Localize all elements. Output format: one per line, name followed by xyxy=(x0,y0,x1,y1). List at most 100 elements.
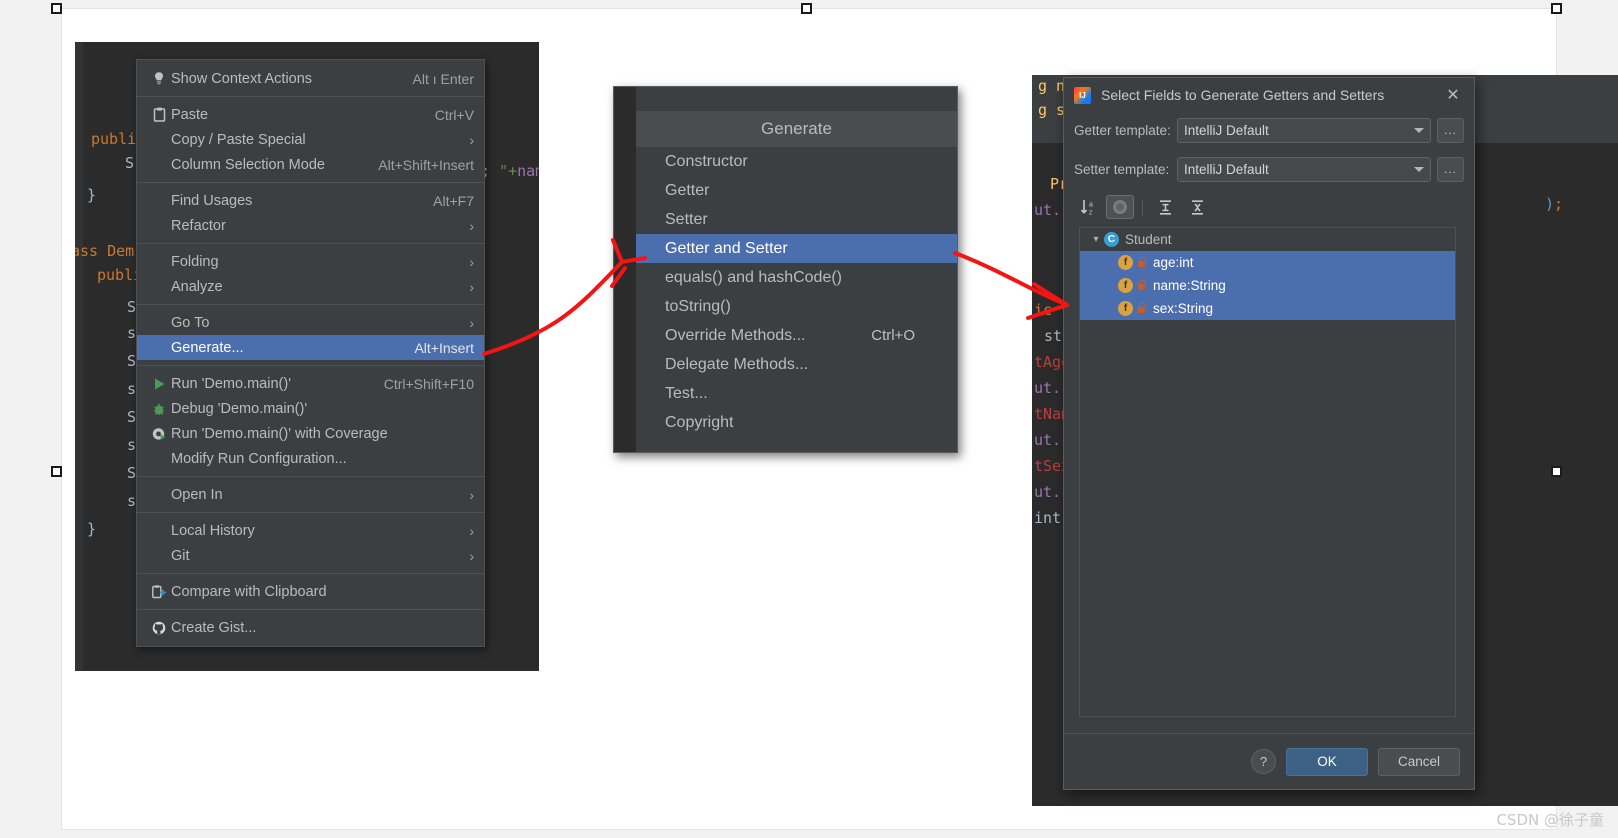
context-menu-item-show-context-actions[interactable]: Show Context Actions Alt ı Enter xyxy=(137,66,484,91)
generate-item-getter-and-setter[interactable]: Getter and Setter xyxy=(636,234,957,263)
context-menu-item-label: Run 'Demo.main()' with Coverage xyxy=(171,425,388,442)
context-menu-item-paste[interactable]: Paste Ctrl+V xyxy=(137,102,484,127)
lock-icon xyxy=(1137,280,1146,291)
context-menu-item-run-demo-main[interactable]: Run 'Demo.main()' Ctrl+Shift+F10 xyxy=(137,371,484,396)
generate-item-override-methods[interactable]: Override Methods... Ctrl+O xyxy=(636,321,957,350)
tree-row-field-age[interactable]: f age:int xyxy=(1080,251,1455,274)
generate-popup-list[interactable]: Constructor Getter Setter Getter and Setter… xyxy=(636,147,957,437)
context-menu-item-modify-run-configuration[interactable]: Modify Run Configuration... xyxy=(137,446,484,471)
generate-item-test[interactable]: Test... xyxy=(636,379,957,408)
code-line: S xyxy=(127,352,137,370)
menu-separator xyxy=(137,304,484,305)
chevron-down-icon xyxy=(1414,166,1424,172)
context-menu-item-folding[interactable]: Folding › xyxy=(137,249,484,274)
generate-item-copyright[interactable]: Copyright xyxy=(636,408,957,437)
context-menu-item-copy-paste-special[interactable]: Copy / Paste Special › xyxy=(137,127,484,152)
code-line: s xyxy=(127,380,137,398)
context-menu-item-find-usages[interactable]: Find Usages Alt+F7 xyxy=(137,188,484,213)
collapse-all-icon[interactable] xyxy=(1183,195,1211,219)
tree-row-class-student[interactable]: ▾ C Student xyxy=(1080,228,1455,251)
context-menu-item-go-to[interactable]: Go To › xyxy=(137,310,484,335)
code-line: S xyxy=(127,464,137,482)
fields-toolbar[interactable]: a z xyxy=(1064,192,1474,222)
generate-item-delegate-methods[interactable]: Delegate Methods... xyxy=(636,350,957,379)
setter-template-label: Setter template: xyxy=(1074,161,1170,177)
code-line: ut. xyxy=(1034,379,1062,397)
context-menu-item-refactor[interactable]: Refactor › xyxy=(137,213,484,238)
chevron-right-icon: › xyxy=(469,253,474,270)
context-menu-item-open-in[interactable]: Open In › xyxy=(137,482,484,507)
lock-icon xyxy=(1137,257,1146,268)
setter-template-browse-button[interactable]: ... xyxy=(1437,156,1464,182)
expand-all-icon[interactable] xyxy=(1151,195,1179,219)
context-menu-item-debug-demo-main[interactable]: Debug 'Demo.main()' xyxy=(137,396,484,421)
tree-row-label: Student xyxy=(1125,232,1172,247)
ok-button[interactable]: OK xyxy=(1286,747,1368,776)
context-menu-item-git[interactable]: Git › xyxy=(137,543,484,568)
menu-separator xyxy=(137,573,484,574)
context-menu-item-generate[interactable]: Generate... Alt+Insert xyxy=(137,335,484,360)
selection-handle-middle-right[interactable] xyxy=(1551,466,1562,477)
editor-context-menu[interactable]: Show Context Actions Alt ı Enter Paste Ctrl… xyxy=(136,59,485,647)
context-menu-item-compare-with-clipboard[interactable]: Compare with Clipboard xyxy=(137,579,484,604)
tree-row-label: name:String xyxy=(1153,278,1226,293)
context-menu-item-label: Go To xyxy=(171,314,210,331)
code-line: } xyxy=(87,186,97,204)
generate-item-constructor[interactable]: Constructor xyxy=(636,147,957,176)
chevron-right-icon: › xyxy=(469,278,474,295)
menu-separator xyxy=(137,243,484,244)
generate-item-equals-and-hashcode[interactable]: equals() and hashCode() xyxy=(636,263,957,292)
context-menu-item-column-selection-mode[interactable]: Column Selection Mode Alt+Shift+Insert xyxy=(137,152,484,177)
selection-handle-top-center[interactable] xyxy=(801,3,812,14)
generate-item-label: Delegate Methods... xyxy=(665,355,809,373)
generate-popup[interactable]: Generate Constructor Getter Setter Getter a… xyxy=(613,86,958,453)
lightbulb-icon xyxy=(147,71,171,86)
generate-item-label: equals() and hashCode() xyxy=(665,268,842,286)
context-menu-item-shortcut: Alt+F7 xyxy=(433,192,474,209)
context-menu-item-label: Run 'Demo.main()' xyxy=(171,375,291,392)
menu-separator xyxy=(137,609,484,610)
generate-item-label: Override Methods... xyxy=(665,326,806,344)
context-menu-item-analyze[interactable]: Analyze › xyxy=(137,274,484,299)
setter-template-select[interactable]: IntelliJ Default xyxy=(1177,156,1431,182)
context-menu-item-run-demo-main-with-coverage[interactable]: Run 'Demo.main()' with Coverage xyxy=(137,421,484,446)
setter-template-row: Setter template: IntelliJ Default ... xyxy=(1064,156,1474,182)
generate-item-getter[interactable]: Getter xyxy=(636,176,957,205)
select-fields-dialog[interactable]: Select Fields to Generate Getters and Se… xyxy=(1063,77,1475,790)
context-menu-item-label: Paste xyxy=(171,106,209,123)
generate-item-setter[interactable]: Setter xyxy=(636,205,957,234)
close-icon[interactable]: ✕ xyxy=(1442,84,1464,106)
chevron-right-icon: › xyxy=(469,547,474,564)
getter-template-select[interactable]: IntelliJ Default xyxy=(1177,117,1431,143)
context-menu-item-label: Folding xyxy=(171,253,219,270)
tree-row-field-sex[interactable]: f sex:String xyxy=(1080,297,1455,320)
toggle-circle-icon[interactable] xyxy=(1106,195,1134,219)
generate-item-label: Getter and Setter xyxy=(665,239,788,257)
context-menu-item-shortcut: Alt ı Enter xyxy=(412,70,474,87)
context-menu-item-label: Find Usages xyxy=(171,192,253,209)
selection-handle-top-left[interactable] xyxy=(51,3,62,14)
context-menu-item-label: Generate... xyxy=(171,339,244,356)
chevron-right-icon: › xyxy=(469,217,474,234)
clipboard-icon xyxy=(147,107,171,122)
tree-row-field-name[interactable]: f name:String xyxy=(1080,274,1455,297)
context-menu-item-label: Local History xyxy=(171,522,255,539)
field-badge-icon: f xyxy=(1118,278,1133,293)
context-menu-item-local-history[interactable]: Local History › xyxy=(137,518,484,543)
chevron-down-icon[interactable]: ▾ xyxy=(1088,234,1104,245)
coverage-icon xyxy=(147,427,171,441)
fields-tree[interactable]: ▾ C Student f age:int f name:String f sex:String xyxy=(1079,227,1456,717)
dialog-titlebar: Select Fields to Generate Getters and Se… xyxy=(1064,78,1474,112)
cancel-button[interactable]: Cancel xyxy=(1378,747,1460,776)
selection-handle-middle-left[interactable] xyxy=(51,466,62,477)
sort-alphabetically-icon[interactable]: a z xyxy=(1074,195,1102,219)
selection-handle-top-right[interactable] xyxy=(1551,3,1562,14)
code-line: ut. xyxy=(1034,483,1062,501)
generate-item-tostring[interactable]: toString() xyxy=(636,292,957,321)
editor-gutter-left xyxy=(75,42,83,671)
context-menu-item-shortcut: Alt+Shift+Insert xyxy=(378,156,474,173)
getter-template-browse-button[interactable]: ... xyxy=(1437,117,1464,143)
help-button[interactable]: ? xyxy=(1251,749,1276,774)
context-menu-item-create-gist[interactable]: Create Gist... xyxy=(137,615,484,640)
code-closing-fragment: ); xyxy=(1545,195,1564,213)
